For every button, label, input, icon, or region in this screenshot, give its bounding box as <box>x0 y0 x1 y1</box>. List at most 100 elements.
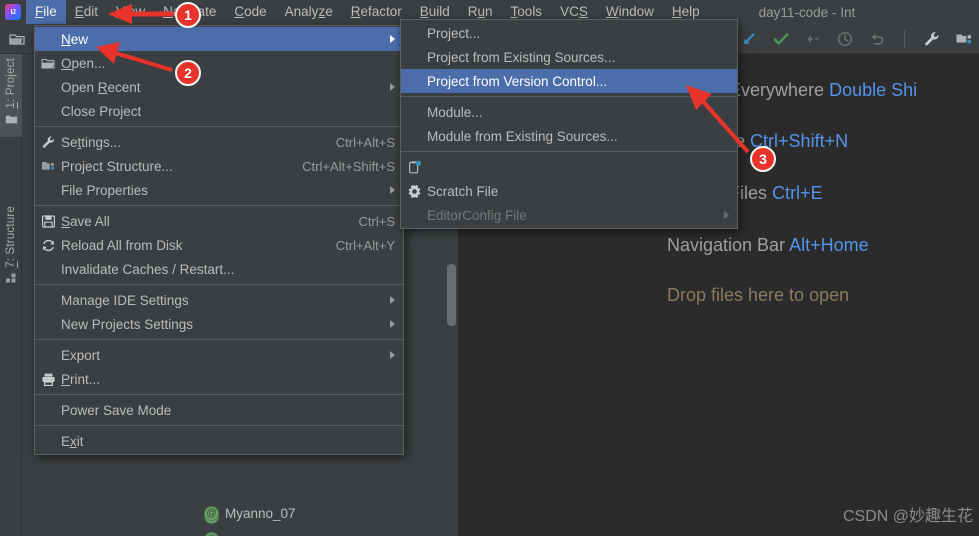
menu-item-file-properties-label: File Properties <box>61 182 149 198</box>
vcs-history-clock-icon <box>836 30 854 48</box>
menu-analyze[interactable]: Analyze <box>276 0 342 24</box>
menu-item-save-all[interactable]: Save All Ctrl+S <box>35 209 403 233</box>
menu-item-save-all-label: Save All <box>61 213 110 229</box>
chevron-right-icon <box>390 186 395 194</box>
submenu-item-module-label: Module... <box>427 104 483 120</box>
project-scrollbar[interactable] <box>447 264 456 326</box>
vcs-update-project-icon[interactable] <box>740 30 758 48</box>
submenu-item-swing-ui-designer: EditorConfig File <box>401 203 737 227</box>
submenu-item-project-from-version-control-label: Project from Version Control... <box>427 73 608 89</box>
project-structure-icon[interactable] <box>955 30 973 48</box>
menu-item-project-structure[interactable]: Project Structure... Ctrl+Alt+Shift+S <box>35 154 403 178</box>
menu-item-reload-all-from-disk[interactable]: Reload All from Disk Ctrl+Alt+Y <box>35 233 403 257</box>
tree-item-partial-bottom[interactable]: @ <box>204 532 219 536</box>
toolbar-icon-group <box>740 24 973 54</box>
menu-separator <box>35 339 403 340</box>
chevron-right-icon <box>390 320 395 328</box>
menu-separator <box>35 394 403 395</box>
toolbar-divider <box>904 30 905 48</box>
menu-item-new[interactable]: New <box>35 27 403 51</box>
annotation-at-icon: @ <box>204 506 219 521</box>
menu-separator <box>401 96 737 97</box>
menu-item-exit[interactable]: Exit <box>35 429 403 453</box>
save-floppy-icon <box>35 214 61 229</box>
menu-item-print[interactable]: Print... <box>35 367 403 391</box>
menu-separator <box>35 284 403 285</box>
vcs-push-icon <box>804 30 822 48</box>
menu-item-open-label: Open... <box>61 55 106 71</box>
menu-item-reload-all-shortcut: Ctrl+Alt+Y <box>335 237 395 253</box>
menu-item-export[interactable]: Export <box>35 343 403 367</box>
window-title: day11-code - Int <box>758 4 856 20</box>
menu-item-open-recent-label: Open Recent <box>61 79 141 95</box>
menu-code[interactable]: Code <box>225 0 275 24</box>
menu-separator <box>35 126 403 127</box>
menu-separator <box>35 425 403 426</box>
submenu-item-module-from-existing-sources[interactable]: Module from Existing Sources... <box>401 124 737 148</box>
submenu-item-project-from-version-control[interactable]: Project from Version Control... <box>401 69 737 93</box>
menu-navigate[interactable]: Navigate <box>154 0 225 24</box>
structure-blocks-icon <box>5 272 18 296</box>
intellij-idea-logo-icon <box>0 0 26 24</box>
submenu-item-project-from-existing-sources-label: Project from Existing Sources... <box>427 49 616 65</box>
vcs-commit-icon[interactable] <box>772 30 790 48</box>
menu-item-reload-all-label: Reload All from Disk <box>61 237 183 253</box>
open-folder-icon[interactable] <box>8 30 26 48</box>
wrench-icon <box>35 135 61 150</box>
project-structure-icon <box>35 159 61 174</box>
sidebar-item-structure[interactable]: 7: Structure <box>0 202 22 296</box>
submenu-item-project-from-existing-sources[interactable]: Project from Existing Sources... <box>401 45 737 69</box>
hint-label: Drop files here to open <box>667 285 850 305</box>
menu-file[interactable]: File <box>26 0 66 24</box>
new-submenu-dropdown: Project... Project from Existing Sources… <box>400 19 738 229</box>
chevron-right-icon <box>390 83 395 91</box>
menu-item-print-label: Print... <box>61 371 101 387</box>
left-tool-window-strip: 1: Project 7: Structure <box>0 54 22 536</box>
menu-item-file-properties[interactable]: File Properties <box>35 178 403 202</box>
hint-shortcut: Double Shi <box>829 80 918 100</box>
submenu-item-project[interactable]: Project... <box>401 21 737 45</box>
sidebar-item-structure-label: 7: Structure <box>5 206 17 268</box>
menu-separator <box>35 205 403 206</box>
hint-navigation-bar: Navigation Bar Alt+Home <box>667 235 869 256</box>
vcs-rollback-undo-icon <box>868 30 886 48</box>
menu-item-close-project-label: Close Project <box>61 103 142 119</box>
tree-item-label: Myanno_07 <box>225 506 296 521</box>
submenu-item-editorconfig-file[interactable]: Scratch File <box>401 179 737 203</box>
menu-item-open-recent[interactable]: Open Recent <box>35 75 403 99</box>
settings-wrench-icon[interactable] <box>923 30 941 48</box>
menu-item-settings-label: Settings... <box>61 134 122 150</box>
open-folder-icon <box>35 56 61 71</box>
submenu-item-module[interactable]: Module... <box>401 100 737 124</box>
gear-icon <box>401 184 427 199</box>
chevron-right-icon <box>390 296 395 304</box>
list-item[interactable]: @ Myanno_07 <box>204 506 296 521</box>
chevron-right-icon <box>724 211 729 219</box>
menu-item-open[interactable]: Open... <box>35 51 403 75</box>
menu-view[interactable]: View <box>107 0 154 24</box>
menu-item-power-save-mode[interactable]: Power Save Mode <box>35 398 403 422</box>
menu-item-project-structure-label: Project Structure... <box>61 158 173 174</box>
chevron-right-icon <box>390 351 395 359</box>
menu-item-invalidate-caches[interactable]: Invalidate Caches / Restart... <box>35 257 403 281</box>
menu-item-settings[interactable]: Settings... Ctrl+Alt+S <box>35 130 403 154</box>
menu-item-export-label: Export <box>61 347 101 363</box>
menu-item-new-projects-settings-label: New Projects Settings <box>61 316 194 332</box>
hint-drop-files: Drop files here to open <box>667 285 849 306</box>
menu-item-invalidate-caches-label: Invalidate Caches / Restart... <box>61 261 235 277</box>
annotation-at-icon: @ <box>204 532 219 536</box>
menu-item-manage-ide-settings-label: Manage IDE Settings <box>61 292 189 308</box>
menu-item-manage-ide-settings[interactable]: Manage IDE Settings <box>35 288 403 312</box>
file-menu-dropdown: New Open... Open Recent Close Project Se… <box>34 25 404 455</box>
menu-item-project-structure-shortcut: Ctrl+Alt+Shift+S <box>302 158 395 174</box>
sidebar-item-project[interactable]: 1: Project <box>0 54 22 137</box>
menu-item-settings-shortcut: Ctrl+Alt+S <box>335 134 395 150</box>
hint-label: Navigation Bar <box>667 235 786 255</box>
menu-edit[interactable]: Edit <box>66 0 107 24</box>
submenu-item-scratch-file[interactable] <box>401 155 737 179</box>
menu-separator <box>401 151 737 152</box>
csdn-watermark: CSDN @妙趣生花 <box>842 508 973 525</box>
intellij-idea-window: File Edit View Navigate Code Analyze Ref… <box>0 0 979 536</box>
menu-item-close-project[interactable]: Close Project <box>35 99 403 123</box>
menu-item-new-projects-settings[interactable]: New Projects Settings <box>35 312 403 336</box>
